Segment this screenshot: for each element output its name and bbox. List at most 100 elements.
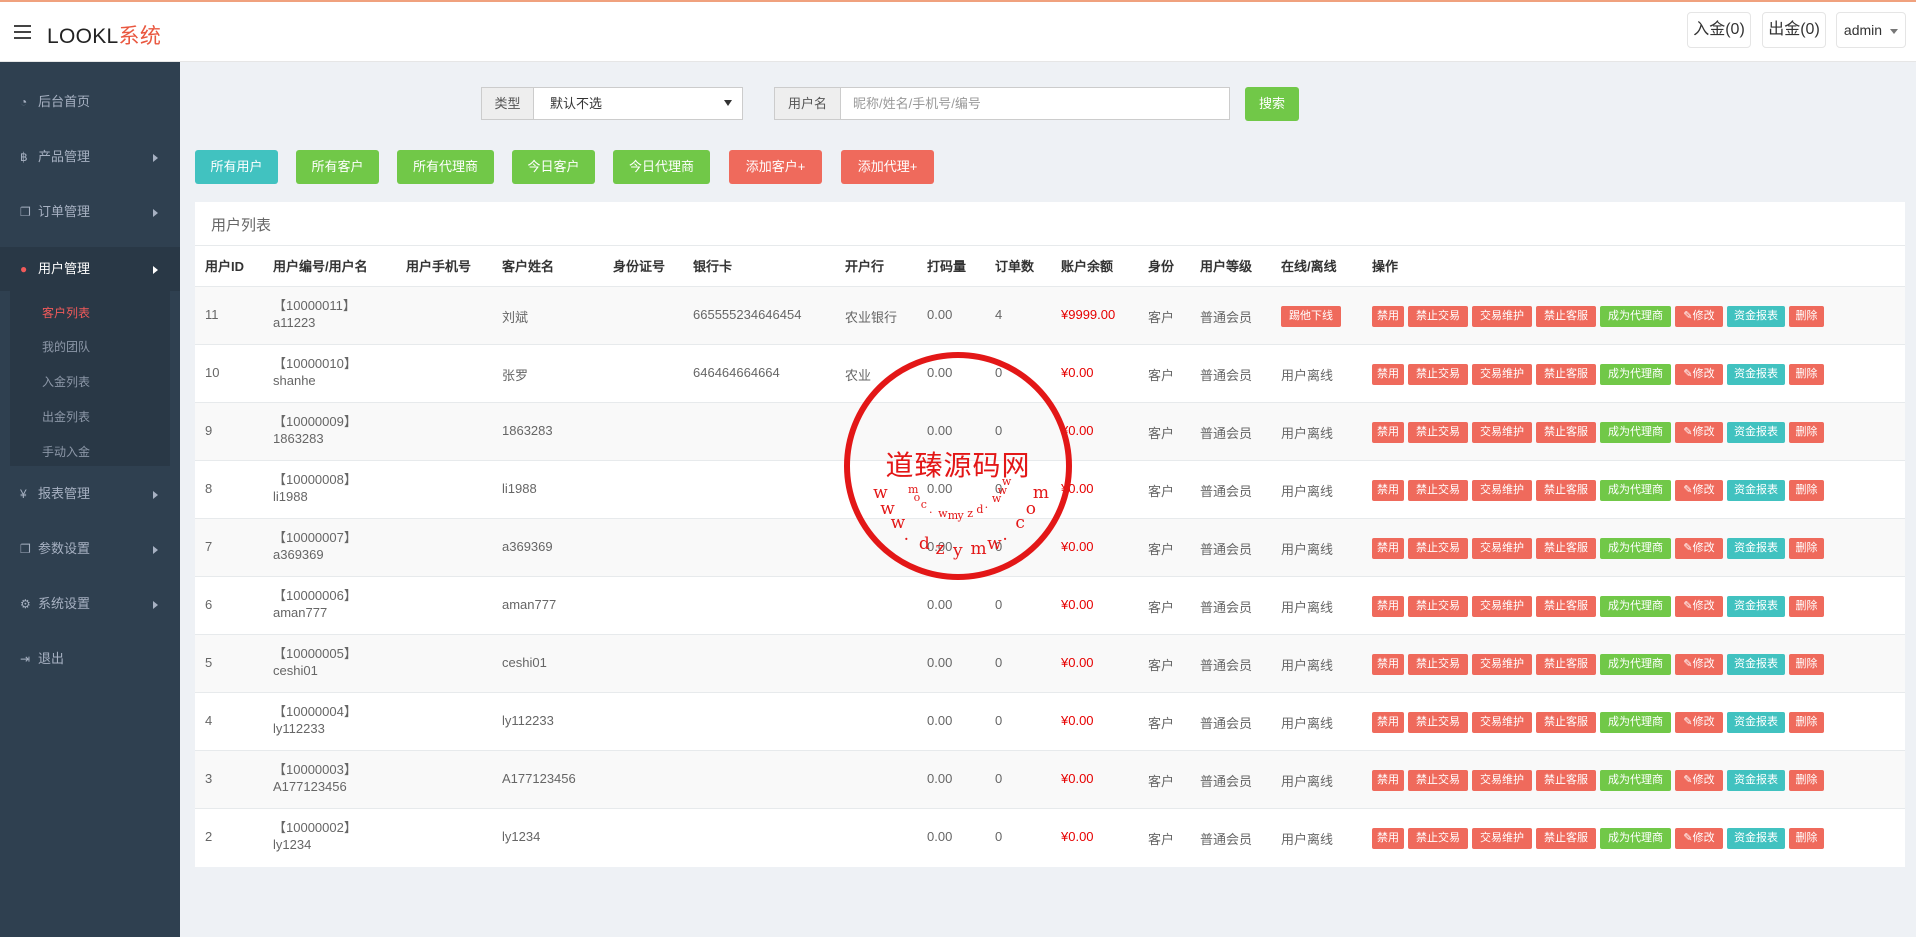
nav-products[interactable]: ฿ 产品管理 [0, 137, 180, 177]
delete-button[interactable]: 删除 [1789, 770, 1824, 791]
username-search-input[interactable]: 昵称/姓名/手机号/编号 [840, 87, 1230, 120]
forbid-service-button[interactable]: 禁止客服 [1536, 306, 1596, 327]
fund-report-button[interactable]: 资金报表 [1727, 828, 1785, 849]
fund-report-button[interactable]: 资金报表 [1727, 712, 1785, 733]
forbid-service-button[interactable]: 禁止客服 [1536, 596, 1596, 617]
nav-dashboard[interactable]: ◔ 后台首页 [0, 82, 180, 122]
forbid-trade-button[interactable]: 禁止交易 [1408, 364, 1468, 385]
edit-button[interactable]: ✎修改 [1675, 306, 1723, 327]
trade-maintain-button[interactable]: 交易维护 [1472, 306, 1532, 327]
trade-maintain-button[interactable]: 交易维护 [1472, 654, 1532, 675]
forbid-service-button[interactable]: 禁止客服 [1536, 538, 1596, 559]
make-agent-button[interactable]: 成为代理商 [1600, 828, 1671, 849]
forbid-service-button[interactable]: 禁止客服 [1536, 712, 1596, 733]
edit-button[interactable]: ✎修改 [1675, 770, 1723, 791]
trade-maintain-button[interactable]: 交易维护 [1472, 596, 1532, 617]
forbid-service-button[interactable]: 禁止客服 [1536, 770, 1596, 791]
make-agent-button[interactable]: 成为代理商 [1600, 654, 1671, 675]
forbid-trade-button[interactable]: 禁止交易 [1408, 712, 1468, 733]
delete-button[interactable]: 删除 [1789, 480, 1824, 501]
delete-button[interactable]: 删除 [1789, 364, 1824, 385]
type-select[interactable]: 默认不选 [533, 87, 743, 120]
delete-button[interactable]: 删除 [1789, 306, 1824, 327]
fund-report-button[interactable]: 资金报表 [1727, 596, 1785, 617]
nav-orders[interactable]: ❐ 订单管理 [0, 192, 180, 232]
make-agent-button[interactable]: 成为代理商 [1600, 770, 1671, 791]
forbid-service-button[interactable]: 禁止客服 [1536, 654, 1596, 675]
fund-report-button[interactable]: 资金报表 [1727, 654, 1785, 675]
make-agent-button[interactable]: 成为代理商 [1600, 364, 1671, 385]
disable-button[interactable]: 禁用 [1372, 654, 1404, 675]
forbid-service-button[interactable]: 禁止客服 [1536, 364, 1596, 385]
make-agent-button[interactable]: 成为代理商 [1600, 596, 1671, 617]
edit-button[interactable]: ✎修改 [1675, 538, 1723, 559]
edit-button[interactable]: ✎修改 [1675, 422, 1723, 443]
filter-today-customers[interactable]: 今日客户 [512, 150, 595, 184]
delete-button[interactable]: 删除 [1789, 538, 1824, 559]
trade-maintain-button[interactable]: 交易维护 [1472, 364, 1532, 385]
trade-maintain-button[interactable]: 交易维护 [1472, 538, 1532, 559]
add-agent-button[interactable]: 添加代理+ [841, 150, 934, 184]
submenu-deposit-list[interactable]: 入金列表 [42, 373, 90, 390]
nav-logout[interactable]: ⇥ 退出 [0, 639, 180, 679]
trade-maintain-button[interactable]: 交易维护 [1472, 828, 1532, 849]
fund-report-button[interactable]: 资金报表 [1727, 480, 1785, 501]
trade-maintain-button[interactable]: 交易维护 [1472, 422, 1532, 443]
filter-all-customers[interactable]: 所有客户 [296, 150, 379, 184]
fund-report-button[interactable]: 资金报表 [1727, 364, 1785, 385]
submenu-withdraw-list[interactable]: 出金列表 [42, 408, 90, 425]
forbid-service-button[interactable]: 禁止客服 [1536, 422, 1596, 443]
edit-button[interactable]: ✎修改 [1675, 712, 1723, 733]
fund-report-button[interactable]: 资金报表 [1727, 770, 1785, 791]
forbid-trade-button[interactable]: 禁止交易 [1408, 596, 1468, 617]
kick-offline-button[interactable]: 踢他下线 [1281, 306, 1341, 327]
make-agent-button[interactable]: 成为代理商 [1600, 306, 1671, 327]
fund-report-button[interactable]: 资金报表 [1727, 538, 1785, 559]
disable-button[interactable]: 禁用 [1372, 364, 1404, 385]
nav-params[interactable]: ❐ 参数设置 [0, 529, 180, 569]
disable-button[interactable]: 禁用 [1372, 596, 1404, 617]
deposit-button[interactable]: 入金(0) [1687, 12, 1751, 48]
trade-maintain-button[interactable]: 交易维护 [1472, 712, 1532, 733]
trade-maintain-button[interactable]: 交易维护 [1472, 770, 1532, 791]
disable-button[interactable]: 禁用 [1372, 422, 1404, 443]
edit-button[interactable]: ✎修改 [1675, 654, 1723, 675]
forbid-trade-button[interactable]: 禁止交易 [1408, 306, 1468, 327]
filter-all-users[interactable]: 所有用户 [195, 150, 278, 184]
disable-button[interactable]: 禁用 [1372, 712, 1404, 733]
disable-button[interactable]: 禁用 [1372, 306, 1404, 327]
delete-button[interactable]: 删除 [1789, 828, 1824, 849]
search-button[interactable]: 搜索 [1245, 87, 1299, 121]
edit-button[interactable]: ✎修改 [1675, 596, 1723, 617]
hamburger-menu-icon[interactable] [14, 25, 31, 39]
make-agent-button[interactable]: 成为代理商 [1600, 712, 1671, 733]
nav-system[interactable]: ⚙ 系统设置 [0, 584, 180, 624]
delete-button[interactable]: 删除 [1789, 596, 1824, 617]
delete-button[interactable]: 删除 [1789, 712, 1824, 733]
forbid-trade-button[interactable]: 禁止交易 [1408, 828, 1468, 849]
nav-users[interactable]: ● 用户管理 [0, 247, 180, 291]
edit-button[interactable]: ✎修改 [1675, 828, 1723, 849]
submenu-customer-list[interactable]: 客户列表 [42, 304, 90, 321]
forbid-trade-button[interactable]: 禁止交易 [1408, 654, 1468, 675]
fund-report-button[interactable]: 资金报表 [1727, 422, 1785, 443]
submenu-manual-deposit[interactable]: 手动入金 [42, 443, 90, 460]
nav-reports[interactable]: ¥ 报表管理 [0, 474, 180, 514]
disable-button[interactable]: 禁用 [1372, 538, 1404, 559]
make-agent-button[interactable]: 成为代理商 [1600, 538, 1671, 559]
withdraw-button[interactable]: 出金(0) [1762, 12, 1826, 48]
filter-today-agents[interactable]: 今日代理商 [613, 150, 710, 184]
forbid-trade-button[interactable]: 禁止交易 [1408, 480, 1468, 501]
forbid-trade-button[interactable]: 禁止交易 [1408, 422, 1468, 443]
forbid-service-button[interactable]: 禁止客服 [1536, 480, 1596, 501]
forbid-trade-button[interactable]: 禁止交易 [1408, 770, 1468, 791]
delete-button[interactable]: 删除 [1789, 422, 1824, 443]
disable-button[interactable]: 禁用 [1372, 828, 1404, 849]
edit-button[interactable]: ✎修改 [1675, 480, 1723, 501]
admin-dropdown[interactable]: admin [1836, 12, 1906, 48]
filter-all-agents[interactable]: 所有代理商 [397, 150, 494, 184]
forbid-service-button[interactable]: 禁止客服 [1536, 828, 1596, 849]
disable-button[interactable]: 禁用 [1372, 480, 1404, 501]
submenu-my-team[interactable]: 我的团队 [42, 338, 90, 355]
forbid-trade-button[interactable]: 禁止交易 [1408, 538, 1468, 559]
